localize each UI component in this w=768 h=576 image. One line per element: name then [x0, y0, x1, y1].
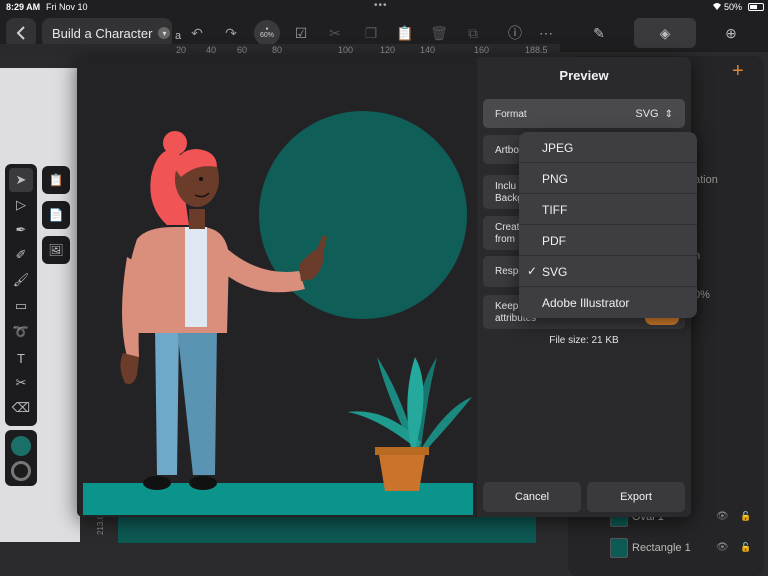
format-select[interactable]: Format SVG ⇕	[483, 99, 685, 128]
title-suffix: a	[175, 30, 182, 42]
character-illustration	[83, 111, 473, 515]
option-label: Adobe Illustrator	[542, 296, 630, 310]
file-size: File size: 21 KB	[549, 335, 619, 346]
vertical-ruler-value: 213.8	[96, 515, 105, 536]
pen-icon[interactable]: ✒	[9, 218, 33, 242]
artboard-label: Artbo	[495, 145, 519, 156]
eye-icon[interactable]: 👁	[716, 542, 729, 553]
clipboard-icon[interactable]: 📋	[42, 166, 70, 194]
secondary-tools: 📋 📄 🖼	[40, 164, 72, 268]
lock-icon[interactable]: 🔓	[740, 511, 751, 522]
format-option-pdf[interactable]: PDF	[519, 225, 697, 256]
chevron-down-icon: ▾	[158, 27, 171, 39]
create-label-line2: from	[495, 234, 515, 245]
layer-name-partial: ation	[694, 174, 718, 186]
text-icon[interactable]: T	[9, 346, 33, 370]
chevron-left-icon	[16, 26, 25, 40]
format-value: SVG	[635, 108, 659, 120]
keep-label-line1: Keep	[495, 301, 519, 312]
image-icon[interactable]: 🖼	[42, 236, 70, 264]
format-option-adobe-illustrator[interactable]: Adobe Illustrator	[519, 287, 697, 318]
fill-color-swatch[interactable]	[11, 436, 31, 456]
checkmark-icon: ✓	[527, 264, 538, 278]
tool-palette: ➤ ▷ ✒ ✐ 🖌 ▭ ➰ T ✂ ⌫	[5, 164, 37, 426]
ruler-tick: 140	[420, 45, 436, 55]
include-label-line1: Inclu	[495, 181, 517, 192]
multitask-dots[interactable]: •••	[374, 0, 388, 11]
battery-icon	[748, 3, 764, 11]
lock-icon[interactable]: 🔓	[740, 542, 751, 553]
option-label: TIFF	[542, 203, 568, 217]
updown-chevron-icon: ⇕	[664, 109, 673, 120]
zoom-level: 60%	[259, 32, 274, 39]
option-label: SVG	[542, 265, 568, 279]
option-label: PNG	[542, 172, 569, 186]
option-label: JPEG	[542, 141, 574, 155]
format-option-jpeg[interactable]: JPEG	[519, 132, 697, 163]
preview-artwork	[77, 57, 477, 517]
direct-select-icon[interactable]: ▷	[9, 193, 33, 217]
ruler-tick: 188.5	[525, 45, 548, 55]
option-label: PDF	[542, 234, 566, 248]
ruler-tick: 80	[272, 45, 283, 55]
format-option-png[interactable]: PNG	[519, 163, 697, 194]
ruler-tick: 100	[338, 45, 354, 55]
zoom-button[interactable]: ● 60%	[254, 20, 280, 46]
brush-icon[interactable]: 🖌	[9, 268, 33, 292]
lasso-icon[interactable]: ➰	[9, 320, 33, 344]
brush-settings-icon[interactable]: ✎	[568, 18, 630, 48]
add-layer-icon[interactable]: +	[732, 60, 744, 83]
canvas-ground-shape	[118, 515, 536, 543]
format-option-tiff[interactable]: TIFF	[519, 194, 697, 225]
status-bar: 8:29 AM Fri Nov 10 ••• 50%	[0, 0, 768, 14]
scissors-tool-icon[interactable]: ✂	[9, 371, 33, 395]
eye-icon[interactable]: 👁	[716, 511, 729, 522]
stroke-color-swatch[interactable]	[11, 461, 31, 481]
status-time: 8:29 AM	[6, 2, 41, 12]
battery-percent: 50%	[724, 2, 743, 12]
panel-title: Preview	[559, 68, 609, 83]
create-label-line1: Creat	[495, 222, 520, 233]
ruler-tick: 60	[237, 45, 248, 55]
eraser-icon[interactable]: ⌫	[9, 396, 33, 420]
document-title: Build a Character	[52, 25, 153, 41]
status-date: Fri Nov 10	[46, 2, 88, 12]
format-label: Format	[495, 109, 527, 120]
rectangle-icon[interactable]: ▭	[9, 294, 33, 318]
horizontal-ruler: 20 40 60 80 100 120 140 160 188.5	[0, 44, 560, 56]
layer-row[interactable]: Rectangle 1 👁 🔓	[568, 534, 764, 564]
ruler-tick: 20	[176, 45, 187, 55]
format-option-svg[interactable]: ✓ SVG	[519, 256, 697, 287]
panel-switcher: ✎ ◈ ⊕	[568, 18, 764, 48]
color-swatches	[5, 430, 37, 486]
format-dropdown-menu: JPEG PNG TIFF PDF ✓ SVG Adobe Illustrato…	[519, 132, 697, 318]
ruler-tick: 40	[206, 45, 217, 55]
export-button[interactable]: Export	[587, 482, 685, 512]
ruler-tick: 120	[380, 45, 396, 55]
layer-name: Rectangle 1	[632, 542, 691, 554]
wifi-icon	[712, 2, 722, 13]
ruler-tick: 160	[474, 45, 490, 55]
selection-arrow-icon[interactable]: ➤	[9, 168, 33, 192]
pencil-icon[interactable]: ✐	[9, 243, 33, 267]
layer-thumbnail	[610, 538, 628, 558]
layers-icon[interactable]: ◈	[634, 18, 696, 48]
cancel-button[interactable]: Cancel	[483, 482, 581, 512]
add-circle-icon[interactable]: ⊕	[700, 18, 762, 48]
document-icon[interactable]: 📄	[42, 201, 70, 229]
